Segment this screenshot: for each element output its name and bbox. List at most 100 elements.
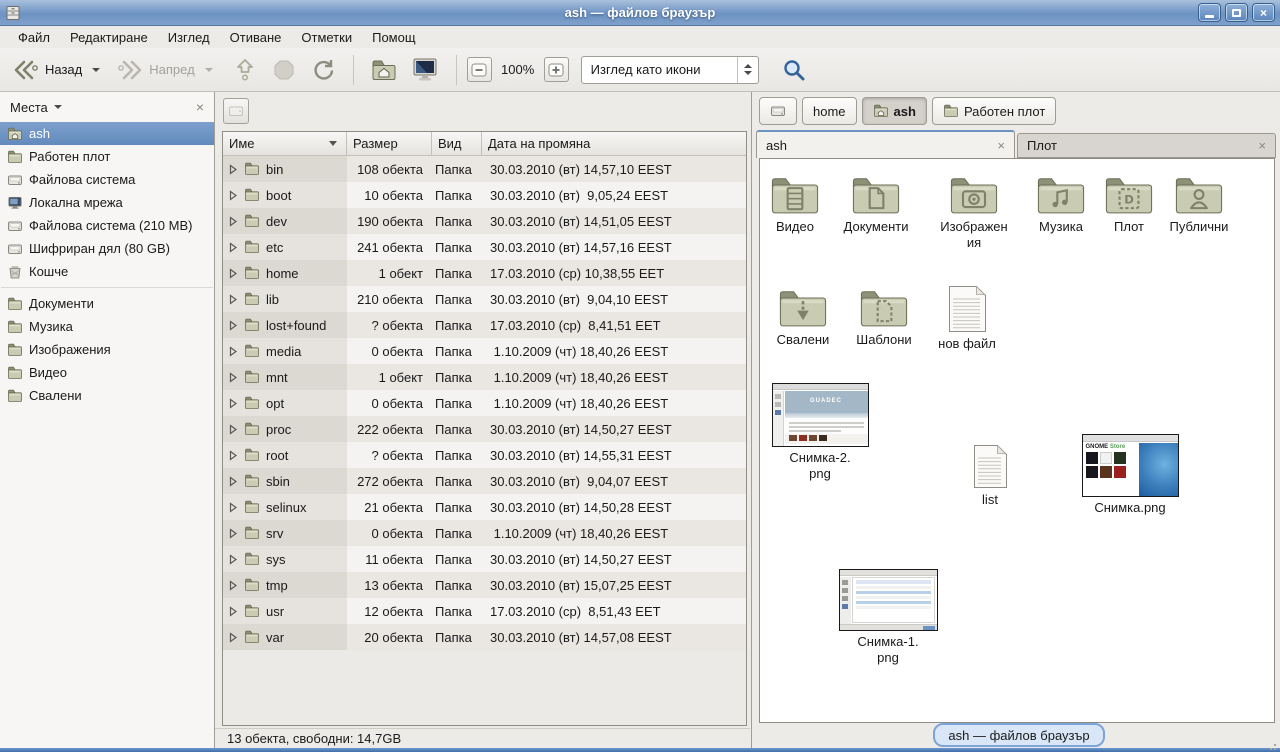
breadcrumb-button[interactable]: ash: [862, 97, 927, 125]
expander-icon[interactable]: [228, 528, 238, 539]
table-row[interactable]: dev 190 обекта Папка 30.03.2010 (вт) 14,…: [223, 208, 746, 234]
stop-button[interactable]: [265, 54, 303, 86]
table-row[interactable]: bin 108 обекта Папка 30.03.2010 (вт) 14,…: [223, 156, 746, 182]
back-button[interactable]: Назад: [6, 55, 89, 85]
expander-icon[interactable]: [228, 424, 238, 435]
folder-icon: [244, 317, 260, 333]
table-row[interactable]: sys 11 обекта Папка 30.03.2010 (вт) 14,5…: [223, 546, 746, 572]
root-location-button[interactable]: [223, 98, 249, 124]
menu-item[interactable]: Редактиране: [60, 28, 158, 47]
close-button[interactable]: ×: [1252, 3, 1275, 22]
file-icon-item[interactable]: Публични: [1139, 174, 1259, 235]
sidebar-item[interactable]: Кошче: [0, 260, 214, 283]
up-button[interactable]: [225, 53, 265, 87]
menu-item[interactable]: Отметки: [291, 28, 362, 47]
expander-icon[interactable]: [228, 632, 238, 643]
places-selector[interactable]: Места: [10, 100, 48, 115]
forward-button[interactable]: Напред: [110, 55, 201, 85]
file-icon-item[interactable]: list: [930, 444, 1050, 508]
breadcrumb-button[interactable]: [759, 97, 797, 125]
table-row[interactable]: root ? обекта Папка 30.03.2010 (вт) 14,5…: [223, 442, 746, 468]
back-history-dropdown[interactable]: [92, 68, 100, 72]
table-row[interactable]: lib 210 обекта Папка 30.03.2010 (вт) 9,0…: [223, 286, 746, 312]
expander-icon[interactable]: [228, 502, 238, 513]
sidebar-item[interactable]: Изображения: [0, 338, 214, 361]
expander-icon[interactable]: [228, 606, 238, 617]
titlebar[interactable]: ash — файлов браузър ×: [0, 0, 1280, 26]
tab[interactable]: Плот ×: [1017, 133, 1276, 158]
table-row[interactable]: usr 12 обекта Папка 17.03.2010 (ср) 8,51…: [223, 598, 746, 624]
expander-icon[interactable]: [228, 580, 238, 591]
table-row[interactable]: media 0 обекта Папка 1.10.2009 (чт) 18,4…: [223, 338, 746, 364]
column-header-date[interactable]: Дата на промяна: [482, 132, 746, 155]
tab-close-icon[interactable]: ×: [1252, 138, 1266, 153]
menu-item[interactable]: Отиване: [220, 28, 292, 47]
sidebar-item[interactable]: Видео: [0, 361, 214, 384]
expander-icon[interactable]: [228, 216, 238, 227]
file-icon-item[interactable]: нов файл: [907, 285, 1027, 352]
maximize-button[interactable]: [1225, 3, 1248, 22]
expander-icon[interactable]: [228, 346, 238, 357]
file-icon-item[interactable]: Снимка-1.png: [828, 569, 948, 667]
home-button[interactable]: [364, 54, 404, 86]
resize-grip[interactable]: [1274, 744, 1276, 746]
sidebar-item[interactable]: Документи: [0, 292, 214, 315]
expander-icon[interactable]: [228, 450, 238, 461]
breadcrumb-button[interactable]: Работен плот: [932, 97, 1056, 125]
column-header-name[interactable]: Име: [223, 132, 347, 155]
sidebar-item[interactable]: Работен плот: [0, 145, 214, 168]
sidebar-close-icon[interactable]: ×: [196, 99, 204, 115]
table-row[interactable]: tmp 13 обекта Папка 30.03.2010 (вт) 15,0…: [223, 572, 746, 598]
breadcrumb-button[interactable]: home: [802, 97, 857, 125]
taskbar-window-button[interactable]: ash — файлов браузър: [933, 723, 1105, 747]
icon-view[interactable]: Видео Документи Изображения Музика D Пло…: [759, 158, 1275, 723]
table-row[interactable]: proc 222 обекта Папка 30.03.2010 (вт) 14…: [223, 416, 746, 442]
zoom-out-button[interactable]: [467, 57, 492, 82]
file-icon-item[interactable]: GNOME Store Снимка.png: [1070, 434, 1190, 516]
expander-icon[interactable]: [228, 190, 238, 201]
expander-icon[interactable]: [228, 164, 238, 175]
column-header-size[interactable]: Размер: [347, 132, 432, 155]
computer-button[interactable]: [404, 53, 446, 87]
tab-close-icon[interactable]: ×: [991, 138, 1005, 153]
menu-item[interactable]: Файл: [8, 28, 60, 47]
menu-item[interactable]: Помощ: [362, 28, 425, 47]
expander-icon[interactable]: [228, 294, 238, 305]
expander-icon[interactable]: [228, 242, 238, 253]
file-icon-item[interactable]: GUADEC Снимка-2.png: [760, 383, 880, 483]
forward-history-dropdown[interactable]: [205, 68, 213, 72]
table-row[interactable]: var 20 обекта Папка 30.03.2010 (вт) 14,5…: [223, 624, 746, 650]
table-row[interactable]: selinux 21 обекта Папка 30.03.2010 (вт) …: [223, 494, 746, 520]
combo-spinner-icon[interactable]: [737, 57, 758, 83]
sidebar-item[interactable]: ash: [0, 122, 214, 145]
table-row[interactable]: boot 10 обекта Папка 30.03.2010 (вт) 9,0…: [223, 182, 746, 208]
expander-icon[interactable]: [228, 554, 238, 565]
sidebar-item[interactable]: Шифриран дял (80 GB): [0, 237, 214, 260]
view-mode-select[interactable]: Изглед като икони: [581, 56, 759, 84]
table-row[interactable]: mnt 1 обект Папка 1.10.2009 (чт) 18,40,2…: [223, 364, 746, 390]
sidebar-item[interactable]: Музика: [0, 315, 214, 338]
menu-item[interactable]: Изглед: [158, 28, 220, 47]
table-row[interactable]: srv 0 обекта Папка 1.10.2009 (чт) 18,40,…: [223, 520, 746, 546]
search-button[interactable]: [775, 54, 813, 86]
expander-icon[interactable]: [228, 476, 238, 487]
sidebar-item[interactable]: Файлова система: [0, 168, 214, 191]
expander-icon[interactable]: [228, 372, 238, 383]
tab[interactable]: ash ×: [756, 130, 1015, 158]
table-row[interactable]: lost+found ? обекта Папка 17.03.2010 (ср…: [223, 312, 746, 338]
sidebar-item[interactable]: Свалени: [0, 384, 214, 407]
table-row[interactable]: etc 241 обекта Папка 30.03.2010 (вт) 14,…: [223, 234, 746, 260]
table-row[interactable]: home 1 обект Папка 17.03.2010 (ср) 10,38…: [223, 260, 746, 286]
table-row[interactable]: opt 0 обекта Папка 1.10.2009 (чт) 18,40,…: [223, 390, 746, 416]
reload-button[interactable]: [303, 53, 343, 87]
table-row[interactable]: sbin 272 обекта Папка 30.03.2010 (вт) 9,…: [223, 468, 746, 494]
sidebar-item[interactable]: Файлова система (210 MB): [0, 214, 214, 237]
expander-icon[interactable]: [228, 268, 238, 279]
column-header-kind[interactable]: Вид: [432, 132, 482, 155]
expander-icon[interactable]: [228, 320, 238, 331]
minimize-button[interactable]: [1198, 3, 1221, 22]
zoom-in-button[interactable]: [544, 57, 569, 82]
sidebar-item[interactable]: Локална мрежа: [0, 191, 214, 214]
expander-icon[interactable]: [228, 398, 238, 409]
places-selector-caret-icon[interactable]: [54, 105, 62, 109]
